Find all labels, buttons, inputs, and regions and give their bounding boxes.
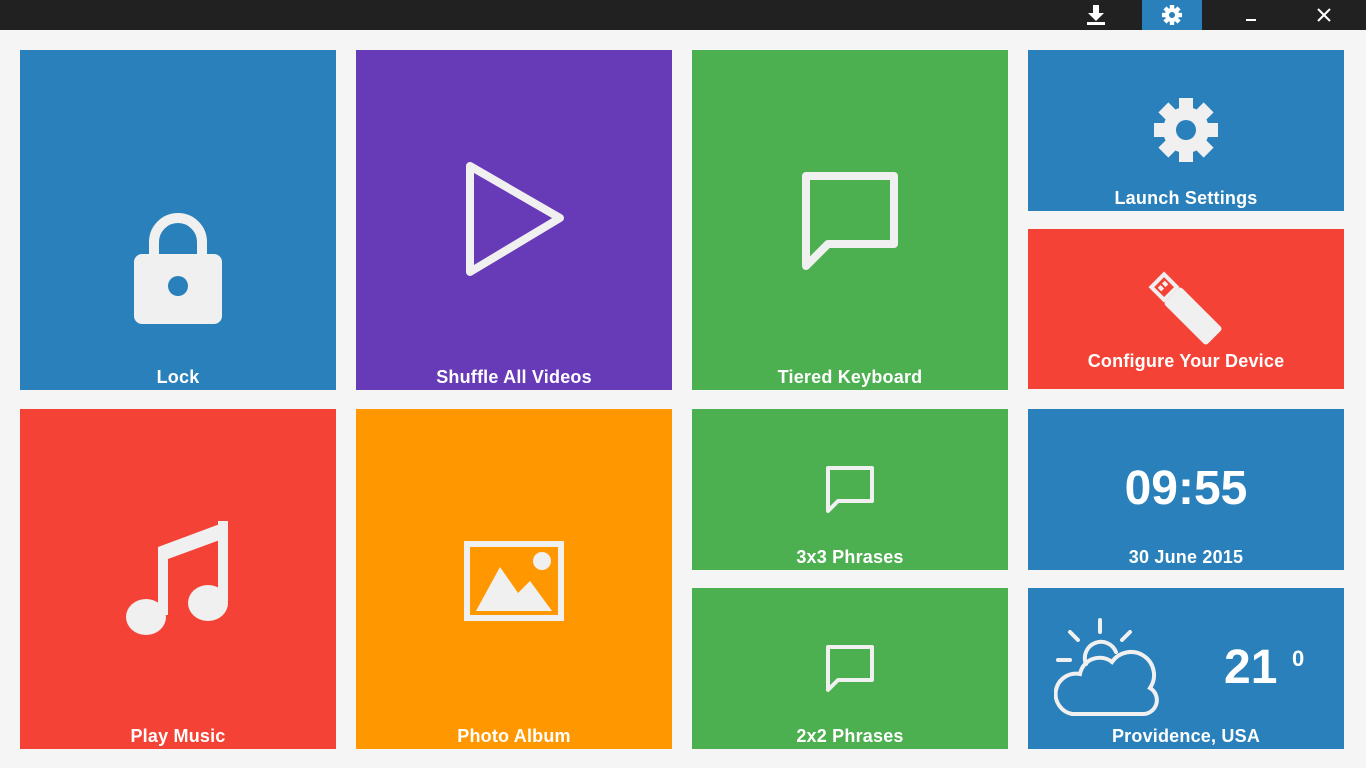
tile-3x3-phrases[interactable]: 3x3 Phrases	[692, 409, 1008, 570]
tile-label: Configure Your Device	[1087, 351, 1285, 371]
tile-label: 3x3 Phrases	[796, 547, 904, 567]
tile-2x2-phrases[interactable]: 2x2 Phrases	[692, 588, 1008, 749]
weather-location: Providence, USA	[1111, 726, 1261, 746]
tile-tiered-keyboard[interactable]: Tiered Keyboard	[692, 50, 1008, 390]
close-icon	[1317, 8, 1331, 22]
music-note-icon	[126, 521, 228, 635]
tile-label: 2x2 Phrases	[796, 726, 904, 746]
tile-label: Lock	[156, 367, 200, 387]
speech-bubble-icon	[826, 645, 874, 692]
tile-lock[interactable]: Lock	[20, 50, 336, 390]
tile-label: Launch Settings	[1114, 188, 1258, 208]
minimize-button[interactable]	[1222, 0, 1282, 30]
tile-label: Play Music	[130, 726, 226, 746]
settings-button[interactable]	[1142, 0, 1202, 30]
speech-bubble-icon	[802, 172, 898, 270]
lock-icon	[134, 213, 222, 324]
tile-photo-album[interactable]: Photo Album	[356, 409, 672, 749]
weather-temperature: 21	[1224, 641, 1278, 694]
tile-weather[interactable]: 21 0 Providence, USA	[1028, 588, 1344, 749]
image-icon	[464, 541, 564, 621]
clock-date: 30 June 2015	[1128, 547, 1244, 567]
tile-label: Shuffle All Videos	[436, 367, 592, 387]
minimize-icon	[1246, 19, 1256, 21]
gear-icon	[1154, 98, 1218, 162]
tile-label: Photo Album	[457, 726, 571, 746]
weather-degree-unit: 0	[1292, 646, 1305, 671]
title-bar	[0, 0, 1366, 30]
tile-clock[interactable]: 09:55 30 June 2015	[1028, 409, 1344, 570]
partly-cloudy-icon	[1054, 618, 1159, 716]
tile-configure-your-device[interactable]: Configure Your Device	[1028, 229, 1344, 389]
close-button[interactable]	[1294, 0, 1354, 30]
download-button[interactable]	[1066, 0, 1126, 30]
tile-shuffle-all-videos[interactable]: Shuffle All Videos	[356, 50, 672, 390]
usb-drive-icon	[1148, 271, 1222, 345]
tile-label: Tiered Keyboard	[777, 367, 923, 387]
gear-icon	[1162, 5, 1182, 25]
tile-launch-settings[interactable]: Launch Settings	[1028, 50, 1344, 211]
speech-bubble-icon	[826, 466, 874, 513]
clock-time: 09:55	[1124, 462, 1248, 515]
play-icon	[466, 162, 564, 276]
tile-play-music[interactable]: Play Music	[20, 409, 336, 749]
download-icon	[1087, 5, 1105, 25]
